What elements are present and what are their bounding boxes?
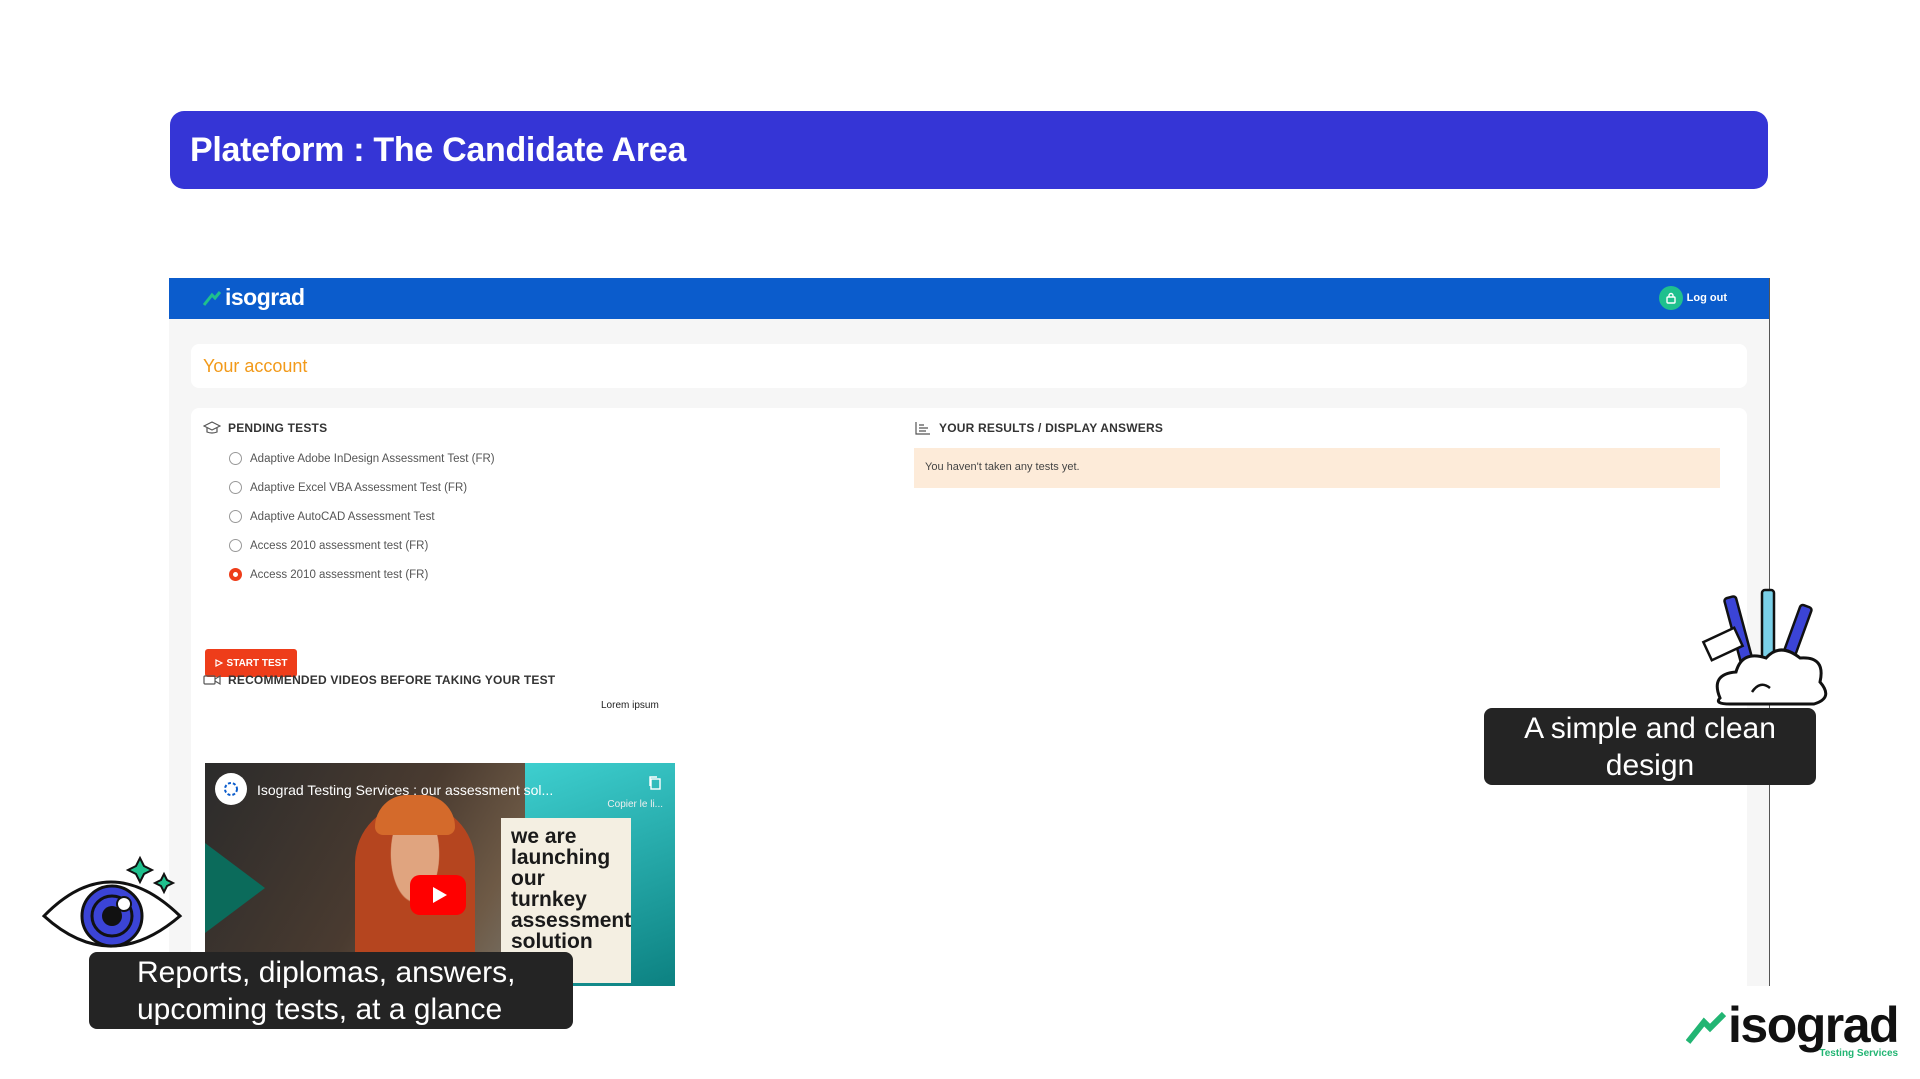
art-tools-illustration-icon	[1701, 588, 1828, 706]
isograd-logo-icon	[203, 290, 221, 306]
test-option-label: Access 2010 assessment test (FR)	[250, 539, 429, 552]
app-header: isograd Log out	[169, 278, 1769, 319]
radio-button[interactable]	[229, 539, 242, 552]
video-title[interactable]: Isograd Testing Services : our assessmen…	[257, 782, 553, 798]
test-option-label: Adaptive Adobe InDesign Assessment Test …	[250, 452, 495, 465]
no-tests-text: You haven't taken any tests yet.	[925, 461, 1080, 473]
account-title: Your account	[203, 356, 308, 376]
no-tests-notice: You haven't taken any tests yet.	[914, 448, 1720, 488]
test-option-label: Adaptive Excel VBA Assessment Test (FR)	[250, 481, 468, 494]
play-icon	[432, 887, 447, 903]
logout-label: Log out	[1686, 292, 1727, 304]
radio-button-checked[interactable]	[229, 568, 242, 581]
recommended-videos-label: RECOMMENDED VIDEOS BEFORE TAKING YOUR TE…	[228, 673, 556, 687]
footer-logo-word: isograd	[1728, 997, 1900, 1053]
graduation-cap-icon	[203, 421, 221, 434]
design-callout-text: A simple and clean design	[1524, 712, 1776, 782]
lock-icon	[1658, 286, 1683, 310]
start-test-label: START TEST	[226, 657, 288, 669]
video-presenter-hair	[375, 795, 455, 835]
pending-tests-label: PENDING TESTS	[228, 421, 328, 435]
play-button[interactable]	[410, 875, 466, 915]
candidate-area-screenshot: isograd Log out Your account PENDING TES…	[169, 278, 1770, 986]
video-camera-icon	[203, 674, 221, 686]
slide-title: Plateform : The Candidate Area	[170, 111, 1768, 189]
radio-button[interactable]	[229, 481, 242, 494]
results-heading: YOUR RESULTS / DISPLAY ANSWERS	[914, 421, 1163, 435]
channel-avatar[interactable]	[215, 773, 247, 805]
your-account-card: Your account	[191, 344, 1747, 388]
isograd-mark-icon	[1686, 1012, 1726, 1044]
test-option[interactable]: Adaptive Excel VBA Assessment Test (FR)	[229, 481, 467, 494]
channel-logo-icon	[224, 782, 238, 796]
test-option[interactable]: Adaptive AutoCAD Assessment Test	[229, 510, 435, 523]
footer-logo-sub: Testing Services	[1819, 1048, 1899, 1059]
bar-chart-icon	[915, 422, 930, 435]
pending-tests-heading: PENDING TESTS	[203, 421, 327, 435]
reports-callout: Reports, diplomas, answers, upcoming tes…	[89, 952, 573, 1029]
logout-button[interactable]: Log out	[1658, 286, 1727, 310]
test-option-label: Access 2010 assessment test (FR)	[250, 568, 429, 581]
test-option[interactable]: Adaptive Adobe InDesign Assessment Test …	[229, 452, 495, 465]
lorem-text: Lorem ipsum	[601, 700, 659, 711]
video-decor-triangle	[205, 843, 265, 933]
isograd-footer-logo: isograd Testing Services	[1686, 997, 1900, 1059]
reports-callout-text: Reports, diplomas, answers, upcoming tes…	[137, 956, 516, 1026]
radio-button[interactable]	[229, 452, 242, 465]
test-option-label: Adaptive AutoCAD Assessment Test	[250, 510, 435, 523]
isograd-brand[interactable]: isograd	[203, 284, 305, 311]
test-option[interactable]: Access 2010 assessment test (FR)	[229, 539, 428, 552]
test-option-selected[interactable]: Access 2010 assessment test (FR)	[229, 568, 428, 581]
copy-link-label[interactable]: Copier le li...	[607, 799, 663, 810]
results-label: YOUR RESULTS / DISPLAY ANSWERS	[939, 421, 1164, 435]
copy-link-icon[interactable]	[647, 775, 663, 791]
recommended-videos-heading: RECOMMENDED VIDEOS BEFORE TAKING YOUR TE…	[203, 673, 555, 687]
eye-illustration-icon	[41, 855, 183, 948]
play-outline-icon	[214, 659, 223, 667]
brand-name: isograd	[225, 284, 305, 310]
slide-title-text: Plateform : The Candidate Area	[190, 130, 687, 169]
radio-button[interactable]	[229, 510, 242, 523]
dashboard-card: PENDING TESTS Adaptive Adobe InDesign As…	[191, 408, 1747, 986]
design-callout: A simple and clean design	[1484, 708, 1816, 785]
